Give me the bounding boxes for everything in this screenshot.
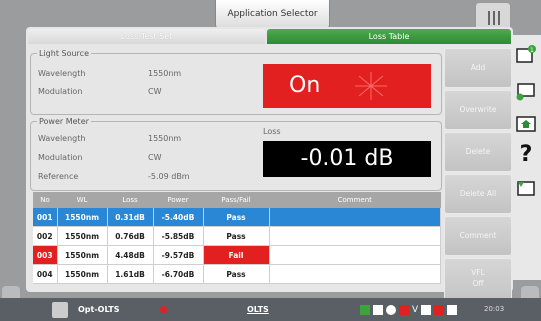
ls-modulation-label: Modulation: [38, 87, 83, 96]
cell-comment: [269, 208, 441, 227]
pm-modulation-value: CW: [148, 153, 162, 162]
col-header-power: Power: [153, 192, 203, 208]
col-header-wl: WL: [57, 192, 107, 208]
cell-wl: 1550nm: [57, 245, 108, 265]
cell-comment: [269, 264, 441, 284]
cell-power: -5.40dB: [153, 208, 204, 227]
light-source-legend: Light Source: [39, 49, 89, 58]
laser-burst-icon: [355, 72, 387, 100]
loss-label: Loss: [263, 127, 281, 136]
laser-icon: [434, 305, 445, 315]
cell-comment: [269, 226, 441, 246]
system-tray: V: [360, 302, 480, 318]
ls-modulation-value: CW: [148, 87, 162, 96]
cell-wl: 1550nm: [57, 208, 108, 227]
tab-loss-test-set[interactable]: Loss Test Set: [28, 29, 265, 44]
ls-wavelength-label: Wavelength: [38, 69, 86, 78]
col-header-loss: Loss: [107, 192, 153, 208]
col-header-pass-fail: Pass/Fail: [203, 192, 269, 208]
save-file-icon[interactable]: [515, 80, 537, 102]
light-source-on-button[interactable]: On: [263, 64, 431, 108]
help-icon[interactable]: ?: [516, 142, 536, 168]
volume-icon: [447, 305, 458, 315]
cell-loss: 1.61dB: [107, 264, 154, 284]
vfl-label: VFL: [471, 268, 485, 277]
table-header-row: No WL Loss Power Pass/Fail Comment: [33, 192, 441, 208]
delete-all-button[interactable]: Delete All: [444, 174, 512, 214]
table-row[interactable]: 002 1550nm 0.76dB -5.85dB Pass: [33, 226, 441, 246]
status-dot-icon: [160, 306, 167, 313]
pm-wavelength-value: 1550nm: [148, 134, 182, 143]
app-icon[interactable]: [52, 302, 68, 318]
app-name: Opt-OLTS: [78, 305, 120, 314]
battery-icon: [360, 305, 370, 315]
cell-wl: 1550nm: [57, 264, 108, 284]
table-row[interactable]: 004 1550nm 1.61dB -6.70dB Pass: [33, 264, 441, 284]
col-header-comment: Comment: [269, 192, 441, 208]
alert-icon: [399, 305, 409, 315]
cell-no: 004: [33, 264, 58, 284]
cell-pass-fail: Pass: [203, 208, 270, 227]
clock: 20:03: [484, 305, 505, 313]
add-button[interactable]: Add: [444, 48, 512, 88]
col-header-no: No: [33, 192, 57, 208]
cell-no: 001: [33, 208, 58, 227]
home-folder-icon[interactable]: [515, 113, 537, 135]
cell-pass-fail: Fail: [203, 245, 270, 265]
cell-power: -6.70dB: [153, 264, 204, 284]
light-source-status: On: [289, 73, 321, 98]
pm-reference-label: Reference: [38, 172, 79, 181]
cell-no: 003: [33, 245, 58, 265]
vfl-icon: V: [412, 305, 419, 315]
table-row[interactable]: 001 1550nm 0.31dB -5.40dB Pass: [33, 208, 441, 227]
vfl-state: Off: [472, 279, 484, 288]
cell-loss: 4.48dB: [107, 245, 154, 265]
cell-pass-fail: Pass: [203, 226, 270, 246]
ls-wavelength-value: 1550nm: [148, 69, 182, 78]
cell-loss: 0.76dB: [107, 226, 154, 246]
grip-line: [488, 11, 490, 25]
loss-readout: -0.01 dB: [263, 141, 431, 177]
screen-icon: [373, 305, 383, 315]
overwrite-button[interactable]: Overwrite: [444, 90, 512, 130]
delete-button[interactable]: Delete: [444, 132, 512, 172]
pm-modulation-label: Modulation: [38, 153, 83, 162]
tab-loss-table[interactable]: Loss Table: [267, 29, 511, 44]
comment-button[interactable]: Comment: [444, 216, 512, 256]
pm-reference-value: -5.09 dBm: [148, 172, 190, 181]
cell-power: -5.85dB: [153, 226, 204, 246]
table-row[interactable]: 003 1550nm 4.48dB -9.57dB Fail: [33, 245, 441, 265]
report-icon[interactable]: [515, 177, 537, 199]
cell-no: 002: [33, 226, 58, 246]
loss-results-table: No WL Loss Power Pass/Fail Comment 001 1…: [33, 192, 441, 284]
cell-comment: [269, 245, 441, 265]
wifi-icon: [386, 305, 396, 315]
new-file-icon[interactable]: 1: [515, 44, 537, 66]
mode-label[interactable]: OLTS: [247, 305, 269, 314]
cell-pass-fail: Pass: [203, 264, 270, 284]
cell-power: -9.57dB: [153, 245, 204, 265]
cell-loss: 0.31dB: [107, 208, 154, 227]
power-meter-legend: Power Meter: [39, 117, 89, 126]
grip-line: [493, 11, 495, 25]
application-selector-button[interactable]: Application Selector: [215, 0, 330, 29]
svg-text:1: 1: [530, 47, 534, 54]
grip-line: [498, 11, 500, 25]
pm-wavelength-label: Wavelength: [38, 134, 86, 143]
usb-icon: [421, 305, 432, 315]
cell-wl: 1550nm: [57, 226, 108, 246]
